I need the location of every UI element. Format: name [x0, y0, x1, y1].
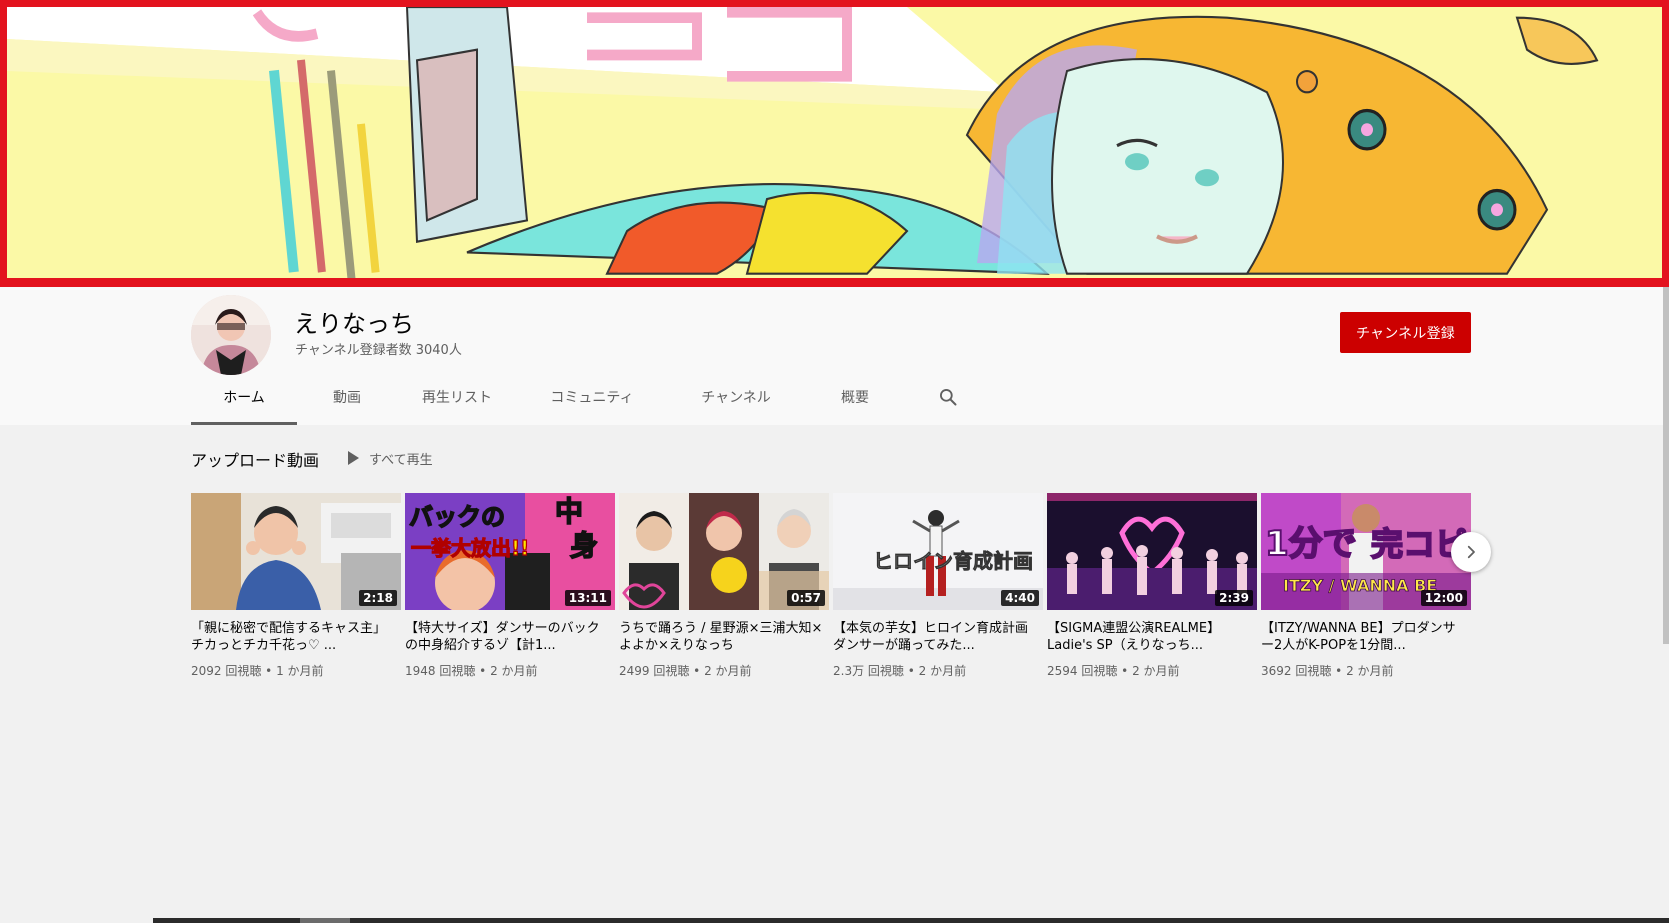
channel-name: えりなっち [294, 310, 414, 338]
video-thumbnail[interactable]: ヒロイン育成計画 4:40 [833, 493, 1043, 610]
upload-age: 2 か月前 [918, 664, 967, 678]
video-meta: 2092 回視聴 • 1 か月前 [191, 662, 401, 679]
channel-tabs: ホーム 動画 再生リスト コミュニティ チャンネル 概要 [191, 359, 963, 425]
video-meta: 2.3万 回視聴 • 2 か月前 [833, 662, 1043, 679]
view-count: 2594 回視聴 [1047, 664, 1118, 678]
meta-separator: • [1117, 664, 1133, 678]
upload-age: 2 か月前 [704, 664, 752, 678]
tab-playlists[interactable]: 再生リスト [397, 359, 517, 425]
video-thumbnail[interactable]: 2:39 [1047, 493, 1257, 610]
meta-separator: • [689, 664, 705, 678]
thumbnail-caption: バックの [409, 503, 505, 531]
thumbnail-caption: 中 [555, 495, 583, 528]
subscribe-button[interactable]: チャンネル登録 [1340, 312, 1471, 353]
video-duration: 12:00 [1420, 590, 1467, 606]
video-meta: 2594 回視聴 • 2 か月前 [1047, 662, 1257, 679]
video-thumbnail[interactable]: 0:57 [619, 493, 829, 610]
video-duration: 13:11 [564, 590, 611, 606]
tab-home[interactable]: ホーム [191, 359, 297, 425]
video-meta: 1948 回視聴 • 2 か月前 [405, 662, 615, 679]
search-icon [940, 389, 957, 406]
horizontal-scrollbar-thumb[interactable] [300, 918, 350, 923]
view-count: 1948 回視聴 [405, 664, 476, 678]
meta-separator: • [1331, 664, 1347, 678]
video-thumbnail[interactable]: 1分で 完コピ ITZY / WANNA BE 12:00 [1261, 493, 1471, 610]
video-duration: 4:40 [1001, 590, 1039, 606]
channel-header: えりなっち チャンネル登録者数 3040人 チャンネル登録 ホーム 動画 再生リ… [0, 287, 1669, 425]
video-title[interactable]: 【ITZY/WANNA BE】プロダンサー2人がK-POPを1分間... [1261, 620, 1466, 654]
video-card[interactable]: 2:39 【SIGMA連盟公演REALME】Ladie's SP（えりなっち..… [1047, 493, 1257, 679]
view-count: 2499 回視聴 [619, 664, 690, 678]
chevron-right-icon [1467, 545, 1475, 559]
video-title[interactable]: 【本気の芋女】ヒロイン育成計画 ダンサーが踊ってみた... [833, 620, 1038, 654]
play-all-label: すべて再生 [369, 452, 433, 468]
view-count: 2.3万 回視聴 [833, 664, 904, 678]
thumbnail-caption: ヒロイン育成計画 [873, 549, 1033, 573]
video-title[interactable]: 【特大サイズ】ダンサーのバックの中身紹介するゾ【計1... [405, 620, 610, 654]
horizontal-scrollbar-track[interactable] [153, 918, 1669, 923]
shelf-next-button[interactable] [1451, 532, 1491, 572]
tab-videos[interactable]: 動画 [297, 359, 397, 425]
tab-about[interactable]: 概要 [805, 359, 905, 425]
upload-age: 2 か月前 [490, 664, 538, 678]
video-thumbnail[interactable]: 2:18 [191, 493, 401, 610]
shelf-title[interactable]: アップロード動画 [191, 447, 319, 471]
video-card[interactable]: 1分で 完コピ ITZY / WANNA BE 12:00 【ITZY/WANN… [1261, 493, 1471, 679]
video-card[interactable]: 2:18 「親に秘密で配信するキャス主」 チカっとチカ千花っ♡ ... 2092… [191, 493, 401, 679]
play-icon [348, 451, 359, 465]
meta-separator: • [903, 664, 919, 678]
thumbnail-caption: 1分で [1265, 524, 1357, 564]
video-card[interactable]: 0:57 うちで踊ろう / 星野源×三浦大知×よよか×えりなっち 2499 回視… [619, 493, 829, 679]
banner-artwork [7, 7, 1662, 278]
tab-channels[interactable]: チャンネル [667, 359, 805, 425]
video-meta: 2499 回視聴 • 2 か月前 [619, 662, 829, 679]
thumbnail-caption: 身 [570, 529, 598, 562]
play-all-button[interactable]: すべて再生 [348, 447, 433, 469]
meta-separator: • [475, 664, 491, 678]
upload-age: 2 か月前 [1132, 664, 1180, 678]
thumbnail-caption: ITZY / WANNA BE [1283, 576, 1437, 595]
channel-search-button[interactable] [933, 359, 963, 425]
view-count: 2092 回視聴 [191, 664, 262, 678]
video-title[interactable]: 「親に秘密で配信するキャス主」 チカっとチカ千花っ♡ ... [191, 620, 396, 654]
video-title[interactable]: うちで踊ろう / 星野源×三浦大知×よよか×えりなっち [619, 620, 824, 654]
upload-age: 1 か月前 [276, 664, 324, 678]
video-duration: 2:39 [1215, 590, 1253, 606]
video-duration: 2:18 [359, 590, 397, 606]
subscriber-count: チャンネル登録者数 3040人 [295, 343, 462, 358]
video-card[interactable]: バックの 中 一挙大放出!! 身 13:11 【特大サイズ】ダンサーのバックの中… [405, 493, 615, 679]
thumbnail-caption: 一挙大放出!! [411, 536, 529, 560]
view-count: 3692 回視聴 [1261, 664, 1332, 678]
video-title[interactable]: 【SIGMA連盟公演REALME】Ladie's SP（えりなっち... [1047, 620, 1252, 654]
video-card[interactable]: ヒロイン育成計画 4:40 【本気の芋女】ヒロイン育成計画 ダンサーが踊ってみた… [833, 493, 1043, 679]
channel-banner [0, 0, 1669, 287]
video-duration: 0:57 [787, 590, 825, 606]
vertical-scrollbar[interactable] [1663, 287, 1669, 644]
video-thumbnail[interactable]: バックの 中 一挙大放出!! 身 13:11 [405, 493, 615, 610]
tab-community[interactable]: コミュニティ [517, 359, 667, 425]
video-shelf: 2:18 「親に秘密で配信するキャス主」 チカっとチカ千花っ♡ ... 2092… [191, 493, 1471, 683]
upload-age: 2 か月前 [1346, 664, 1394, 678]
meta-separator: • [261, 664, 277, 678]
video-meta: 3692 回視聴 • 2 か月前 [1261, 662, 1471, 679]
